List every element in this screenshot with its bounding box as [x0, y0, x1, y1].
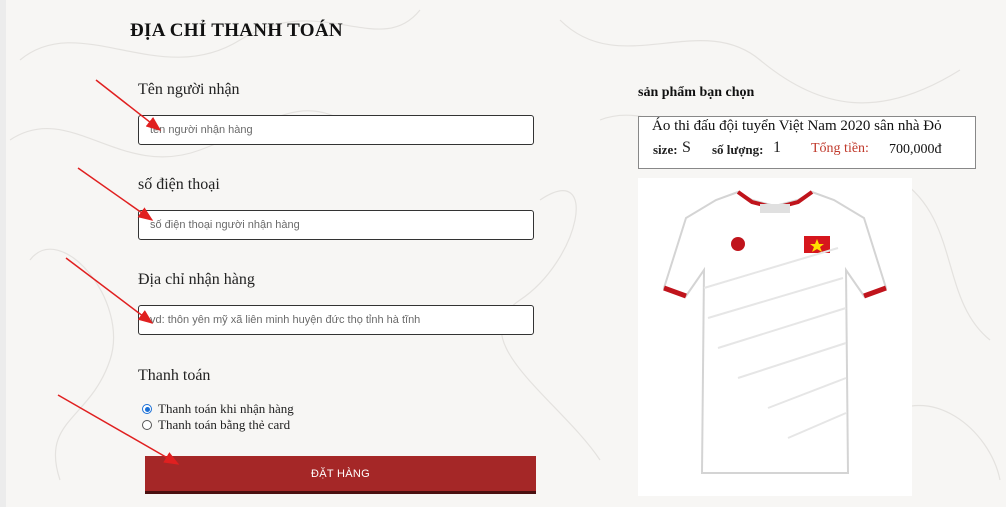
- total-value: 700,000đ: [889, 142, 942, 157]
- size-label: size:: [653, 142, 678, 157]
- payment-option-card-label: Thanh toán bằng thẻ card: [158, 417, 291, 432]
- product-image: [638, 178, 912, 496]
- radio-selected-icon[interactable]: [142, 404, 152, 414]
- size-value: S: [682, 139, 691, 156]
- address-label: Địa chỉ nhận hàng: [138, 271, 255, 288]
- payment-option-cod[interactable]: Thanh toán khi nhận hàng: [142, 401, 294, 417]
- phone-number-input[interactable]: [138, 210, 534, 240]
- jersey-image-icon: [662, 190, 888, 474]
- phone-label: số điện thoại: [138, 176, 220, 193]
- recipient-name-input[interactable]: [138, 115, 534, 145]
- radio-unselected-icon[interactable]: [142, 420, 152, 430]
- place-order-button[interactable]: ĐẶT HÀNG: [145, 456, 536, 494]
- quantity-value: 1: [773, 139, 781, 156]
- product-summary-box: Áo thi đấu đội tuyển Việt Nam 2020 sân n…: [638, 116, 976, 169]
- payment-label: Thanh toán: [138, 367, 211, 384]
- left-edge-strip: [0, 0, 6, 507]
- delivery-address-input[interactable]: [138, 305, 534, 335]
- product-name: Áo thi đấu đội tuyển Việt Nam 2020 sân n…: [652, 118, 942, 134]
- quantity-label: số lượng:: [712, 142, 764, 157]
- total-label: Tổng tiền:: [811, 141, 869, 156]
- summary-title: sản phẩm bạn chọn: [638, 85, 755, 100]
- payment-option-card[interactable]: Thanh toán bằng thẻ card: [142, 417, 290, 433]
- page-title: ĐỊA CHỈ THANH TOÁN: [130, 20, 343, 41]
- payment-option-cod-label: Thanh toán khi nhận hàng: [158, 401, 294, 416]
- name-label: Tên người nhận: [138, 81, 240, 98]
